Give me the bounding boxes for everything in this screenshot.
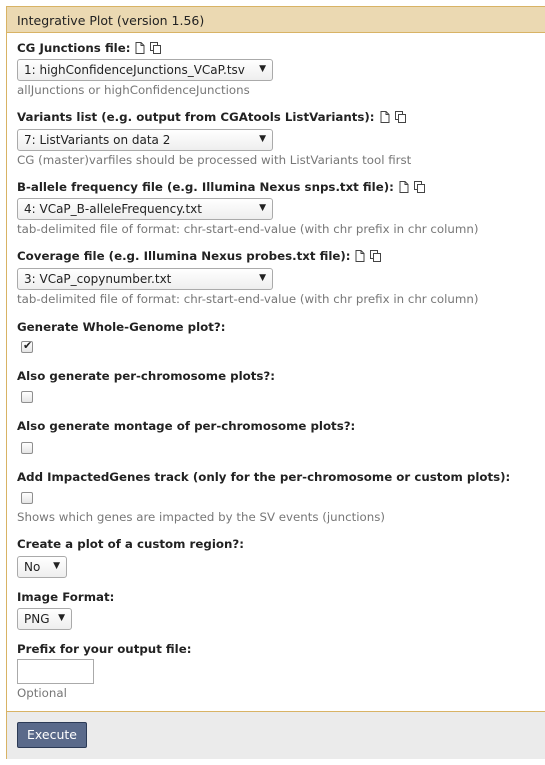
ballele-label: B-allele frequency file (e.g. Illumina N… bbox=[17, 180, 394, 194]
montage-checkbox[interactable] bbox=[21, 442, 33, 454]
file-icon[interactable] bbox=[135, 42, 145, 54]
prefix-input[interactable] bbox=[17, 659, 94, 684]
variants-help: CG (master)varfiles should be processed … bbox=[17, 153, 412, 167]
prefix-label: Prefix for your output file: bbox=[17, 642, 192, 656]
chevron-down-icon: ▼ bbox=[259, 273, 266, 283]
ballele-selected-value: 4: VCaP_B-alleleFrequency.txt bbox=[24, 202, 202, 216]
checkmark-icon: ✔ bbox=[23, 339, 33, 352]
coverage-field: Coverage file (e.g. Illumina Nexus probe… bbox=[17, 249, 382, 263]
impacted-genes-checkbox[interactable] bbox=[21, 492, 33, 504]
chevron-down-icon: ▼ bbox=[53, 561, 60, 571]
custom-region-label: Create a plot of a custom region?: bbox=[17, 537, 244, 551]
copy-icon[interactable] bbox=[370, 250, 382, 262]
coverage-help: tab-delimited file of format: chr-start-… bbox=[17, 292, 479, 306]
custom-region-selected-value: No bbox=[24, 560, 41, 574]
file-icon[interactable] bbox=[399, 181, 409, 193]
file-icon[interactable] bbox=[355, 250, 365, 262]
copy-icon[interactable] bbox=[413, 181, 426, 193]
coverage-label: Coverage file (e.g. Illumina Nexus probe… bbox=[17, 249, 351, 263]
image-format-label: Image Format: bbox=[17, 590, 115, 604]
ballele-select[interactable]: 4: VCaP_B-alleleFrequency.txt ▼ bbox=[17, 198, 273, 220]
custom-region-select[interactable]: No ▼ bbox=[17, 556, 67, 578]
montage-label: Also generate montage of per-chromosome … bbox=[17, 419, 356, 433]
variants-selected-value: 7: ListVariants on data 2 bbox=[24, 133, 171, 147]
variants-label: Variants list (e.g. output from CGAtools… bbox=[17, 110, 375, 124]
junctions-help: allJunctions or highConfidenceJunctions bbox=[17, 83, 250, 97]
chevron-down-icon: ▼ bbox=[259, 64, 266, 74]
chevron-down-icon: ▼ bbox=[58, 613, 65, 623]
ballele-help: tab-delimited file of format: chr-start-… bbox=[17, 222, 479, 236]
image-format-selected-value: PNG bbox=[24, 612, 50, 626]
chevron-down-icon: ▼ bbox=[259, 203, 266, 213]
per-chromosome-label: Also generate per-chromosome plots?: bbox=[17, 369, 275, 383]
junctions-field: CG Junctions file: bbox=[17, 41, 162, 55]
image-format-select[interactable]: PNG ▼ bbox=[17, 608, 72, 630]
impacted-genes-label: Add ImpactedGenes track (only for the pe… bbox=[17, 470, 511, 484]
junctions-select[interactable]: 1: highConfidenceJunctions_VCaP.tsv ▼ bbox=[17, 59, 273, 81]
whole-genome-checkbox[interactable]: ✔ bbox=[21, 339, 33, 353]
coverage-select[interactable]: 3: VCaP_copynumber.txt ▼ bbox=[17, 268, 273, 290]
per-chromosome-checkbox[interactable] bbox=[21, 391, 33, 403]
tool-title: Integrative Plot (version 1.56) bbox=[17, 13, 205, 28]
copy-icon[interactable] bbox=[394, 111, 407, 123]
chevron-down-icon: ▼ bbox=[259, 134, 266, 144]
impacted-genes-help: Shows which genes are impacted by the SV… bbox=[17, 510, 385, 524]
form-footer: Execute bbox=[7, 711, 545, 759]
variants-field: Variants list (e.g. output from CGAtools… bbox=[17, 110, 407, 124]
coverage-selected-value: 3: VCaP_copynumber.txt bbox=[24, 272, 172, 286]
file-icon[interactable] bbox=[380, 111, 390, 123]
whole-genome-label: Generate Whole-Genome plot?: bbox=[17, 320, 226, 334]
junctions-label: CG Junctions file: bbox=[17, 41, 131, 55]
tool-form-header: Integrative Plot (version 1.56) bbox=[7, 7, 545, 33]
copy-icon[interactable] bbox=[150, 42, 162, 54]
tool-form: Integrative Plot (version 1.56) CG Junct… bbox=[6, 6, 545, 759]
prefix-help: Optional bbox=[17, 686, 67, 700]
ballele-field: B-allele frequency file (e.g. Illumina N… bbox=[17, 180, 426, 194]
variants-select[interactable]: 7: ListVariants on data 2 ▼ bbox=[17, 129, 273, 151]
junctions-selected-value: 1: highConfidenceJunctions_VCaP.tsv bbox=[24, 63, 245, 77]
execute-button[interactable]: Execute bbox=[17, 722, 87, 748]
